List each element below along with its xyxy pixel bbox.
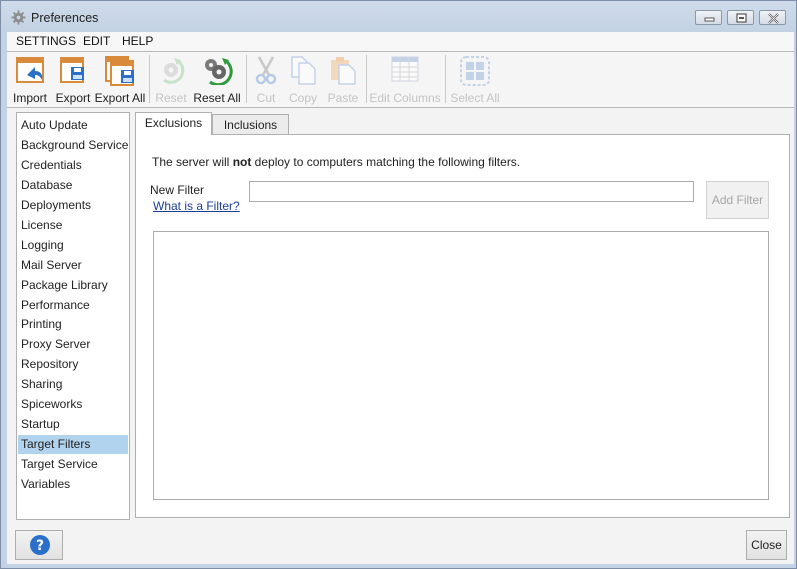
cut-icon	[255, 56, 277, 85]
select-all-icon	[460, 56, 490, 86]
select-all-label: Select All	[450, 91, 500, 105]
tab-exclusions[interactable]: Exclusions	[135, 112, 212, 135]
edit-columns-label: Edit Columns	[369, 91, 441, 105]
description-emphasis: not	[232, 155, 252, 169]
add-filter-button[interactable]: Add Filter	[706, 181, 769, 219]
sidebar-item-startup[interactable]: Startup	[18, 415, 128, 434]
description-text: deploy to computers matching the followi…	[251, 155, 521, 169]
sidebar-item-repository[interactable]: Repository	[18, 355, 128, 374]
export-all-icon	[105, 56, 134, 86]
exclusions-tab-panel: The server will not deploy to computers …	[135, 134, 790, 518]
settings-category-list[interactable]: Auto Update Background Service Credentia…	[16, 112, 130, 520]
reset-label: Reset	[155, 91, 187, 105]
svg-text:?: ?	[36, 538, 44, 554]
paste-icon	[331, 57, 356, 85]
new-filter-label: New Filter	[150, 183, 205, 197]
sidebar-item-mail-server[interactable]: Mail Server	[18, 256, 128, 275]
sidebar-item-logging[interactable]: Logging	[18, 236, 128, 255]
sidebar-item-auto-update[interactable]: Auto Update	[18, 116, 128, 135]
close-icon	[768, 13, 779, 24]
sidebar-item-license[interactable]: License	[18, 216, 128, 235]
copy-label: Copy	[288, 91, 317, 105]
close-button[interactable]: Close	[746, 530, 787, 560]
sidebar-item-spiceworks[interactable]: Spiceworks	[18, 395, 128, 414]
title-bar[interactable]: Preferences	[1, 1, 796, 33]
sidebar-item-sharing[interactable]: Sharing	[18, 375, 128, 394]
export-all-button[interactable]: Export All	[94, 52, 146, 107]
sidebar-item-deployments[interactable]: Deployments	[18, 196, 128, 215]
menu-edit[interactable]: EDIT	[83, 34, 110, 48]
sidebar-item-target-service[interactable]: Target Service	[18, 455, 128, 474]
sidebar-item-performance[interactable]: Performance	[18, 296, 128, 315]
question-icon: ?	[30, 535, 50, 555]
menu-help[interactable]: HELP	[122, 34, 153, 48]
close-window-button[interactable]	[759, 10, 786, 25]
filter-list[interactable]	[153, 231, 769, 500]
maximize-icon	[736, 13, 747, 23]
copy-button[interactable]: Copy	[283, 52, 323, 107]
sidebar-item-target-filters[interactable]: Target Filters	[18, 435, 128, 454]
sidebar-item-background-service[interactable]: Background Service	[18, 136, 128, 155]
export-label: Export	[55, 91, 91, 105]
import-label: Import	[12, 91, 47, 105]
sidebar-item-credentials[interactable]: Credentials	[18, 156, 128, 175]
sidebar-item-printing[interactable]: Printing	[18, 315, 128, 334]
paste-button[interactable]: Paste	[323, 52, 363, 107]
preferences-window: Preferences SETTINGS EDIT HELP Import Ex…	[0, 0, 797, 569]
help-button[interactable]: ?	[15, 530, 63, 560]
edit-columns-icon	[391, 56, 419, 82]
cut-button[interactable]: Cut	[249, 52, 283, 107]
client-area: SETTINGS EDIT HELP Import Export Export …	[7, 32, 794, 564]
cut-label: Cut	[256, 91, 276, 105]
minimize-icon	[704, 17, 715, 22]
gear-icon	[11, 10, 26, 25]
menu-settings[interactable]: SETTINGS	[16, 34, 76, 48]
target-filters-panel: Exclusions Inclusions The server will no…	[135, 112, 790, 518]
export-all-label: Export All	[94, 91, 146, 105]
edit-columns-button[interactable]: Edit Columns	[367, 52, 443, 107]
select-all-button[interactable]: Select All	[447, 52, 503, 107]
exclusions-description: The server will not deploy to computers …	[152, 155, 520, 169]
toolbar: Import Export Export All Reset Reset All…	[7, 51, 794, 108]
sidebar-item-package-library[interactable]: Package Library	[18, 276, 128, 295]
export-button[interactable]: Export	[53, 52, 93, 107]
maximize-button[interactable]	[727, 10, 754, 25]
copy-icon	[291, 56, 316, 85]
description-text: The server will	[152, 155, 233, 169]
sidebar-item-database[interactable]: Database	[18, 176, 128, 195]
reset-button[interactable]: Reset	[152, 52, 190, 107]
reset-all-label: Reset All	[193, 91, 241, 105]
paste-label: Paste	[327, 91, 359, 105]
reset-all-button[interactable]: Reset All	[191, 52, 243, 107]
import-button[interactable]: Import	[10, 52, 50, 107]
reset-icon	[163, 58, 185, 84]
menu-bar: SETTINGS EDIT HELP	[7, 32, 794, 51]
tab-inclusions[interactable]: Inclusions	[212, 114, 289, 134]
new-filter-input[interactable]	[249, 181, 694, 202]
what-is-a-filter-link[interactable]: What is a Filter?	[153, 199, 240, 213]
sidebar-item-proxy-server[interactable]: Proxy Server	[18, 335, 128, 354]
sidebar-item-variables[interactable]: Variables	[18, 475, 128, 494]
export-icon	[60, 57, 84, 83]
toolbar-separator	[246, 55, 247, 103]
window-title: Preferences	[31, 11, 99, 25]
toolbar-separator	[445, 55, 446, 103]
reset-all-icon	[205, 58, 233, 85]
import-icon	[16, 57, 44, 83]
minimize-button[interactable]	[695, 10, 722, 25]
toolbar-separator	[149, 55, 150, 103]
